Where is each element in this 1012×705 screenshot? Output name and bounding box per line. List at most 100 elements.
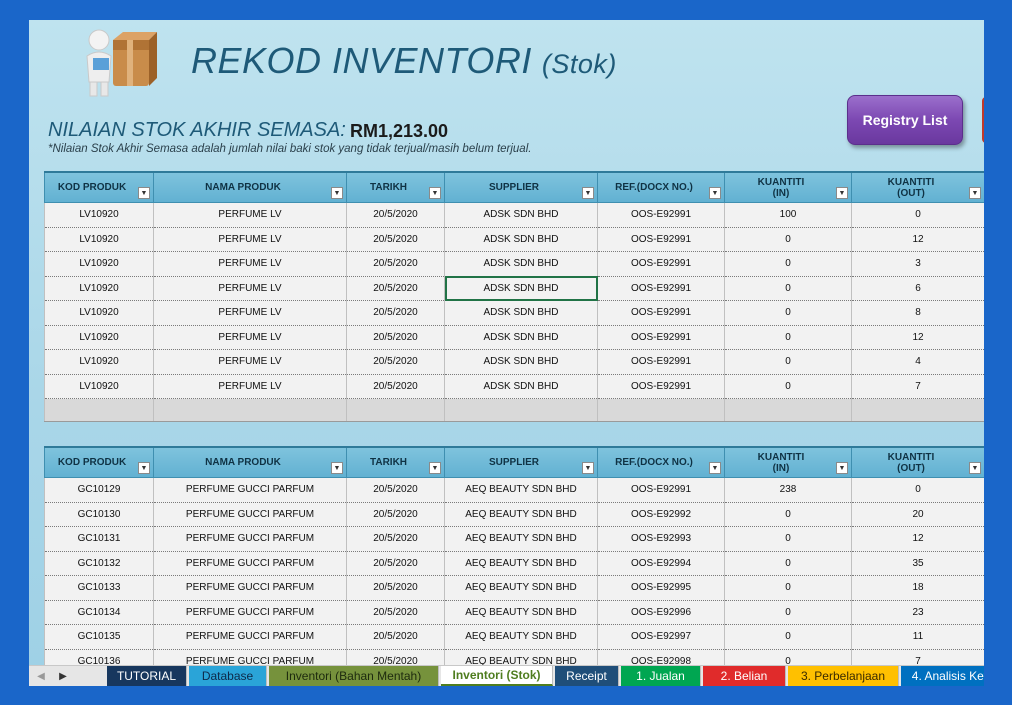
sheet-tab[interactable]: 3. Perbelanjaan (788, 666, 899, 686)
chevron-left-icon[interactable]: ◀ (31, 666, 51, 686)
column-header[interactable]: REF.(DOCX NO.) ▼ (597, 171, 725, 203)
table-cell[interactable]: LV10920 (44, 251, 154, 277)
table-cell[interactable]: 20/5/2020 (346, 374, 445, 399)
table-cell[interactable]: GC10135 (44, 624, 154, 650)
table-cell[interactable]: PERFUME GUCCI PARFUM (153, 477, 347, 503)
table-cell[interactable]: ADSK SDN BHD (444, 325, 598, 350)
sheet-tab[interactable]: Database (189, 666, 267, 686)
table-cell[interactable]: PERFUME LV (153, 202, 347, 228)
table-cell[interactable]: 0 (851, 202, 984, 228)
table-cell[interactable]: PERFUME LV (153, 227, 347, 252)
column-header[interactable]: REF.(DOCX NO.) ▼ (597, 446, 725, 478)
table-cell[interactable]: 20/5/2020 (346, 325, 445, 350)
table-cell[interactable]: ADSK SDN BHD (444, 374, 598, 399)
table-cell[interactable]: OOS-E92991 (597, 325, 725, 350)
table-cell[interactable]: ADSK SDN BHD (444, 300, 598, 326)
table-cell[interactable]: AEQ BEAUTY SDN BHD (444, 502, 598, 527)
column-header[interactable]: KUANTITI (IN) ▼ (724, 171, 852, 203)
column-header[interactable]: SUPPLIER ▼ (444, 171, 598, 203)
chevron-down-icon[interactable]: ▼ (969, 187, 981, 199)
table-cell[interactable]: LV10920 (44, 325, 154, 350)
table-cell[interactable]: 0 (724, 649, 852, 665)
sheet-tab[interactable]: Receipt (555, 666, 619, 686)
table-cell[interactable]: 20/5/2020 (346, 551, 445, 576)
table-cell[interactable]: PERFUME LV (153, 325, 347, 350)
table-cell[interactable]: GC10132 (44, 551, 154, 576)
table-cell[interactable]: ADSK SDN BHD (444, 202, 598, 228)
table-cell[interactable]: AEQ BEAUTY SDN BHD (444, 649, 598, 665)
table-cell[interactable]: OOS-E92998 (597, 649, 725, 665)
sheet-tab[interactable]: Inventori (Stok) (441, 666, 553, 686)
table-cell[interactable]: GC10134 (44, 600, 154, 625)
table-cell[interactable]: AEQ BEAUTY SDN BHD (444, 575, 598, 601)
table-cell[interactable]: PERFUME LV (153, 349, 347, 375)
table-cell[interactable]: LV10920 (44, 349, 154, 375)
table-cell[interactable]: 20/5/2020 (346, 575, 445, 601)
sheet-tab[interactable]: TUTORIAL (107, 666, 187, 686)
table-cell[interactable] (851, 398, 984, 422)
table-cell[interactable]: 0 (724, 502, 852, 527)
table-cell[interactable] (597, 398, 725, 422)
table-cell[interactable]: 20/5/2020 (346, 624, 445, 650)
table-cell[interactable]: 8 (851, 300, 984, 326)
chevron-down-icon[interactable]: ▼ (709, 187, 721, 199)
table-cell[interactable]: ADSK SDN BHD (444, 227, 598, 252)
table-cell[interactable]: LV10920 (44, 300, 154, 326)
table-cell[interactable]: AEQ BEAUTY SDN BHD (444, 526, 598, 552)
table-cell[interactable]: PERFUME GUCCI PARFUM (153, 502, 347, 527)
chevron-down-icon[interactable]: ▼ (836, 187, 848, 199)
table-cell[interactable]: 0 (724, 349, 852, 375)
table-cell[interactable]: OOS-E92994 (597, 551, 725, 576)
table-cell[interactable]: GC10130 (44, 502, 154, 527)
table-cell[interactable]: ADSK SDN BHD (444, 251, 598, 277)
registry-list-button[interactable]: Registry List (847, 95, 963, 145)
table-cell[interactable]: 20/5/2020 (346, 276, 445, 301)
sheet-tab[interactable]: Inventori (Bahan Mentah) (269, 666, 439, 686)
table-cell[interactable]: 0 (724, 551, 852, 576)
column-header[interactable]: NAMA PRODUK ▼ (153, 171, 347, 203)
table-cell[interactable]: OOS-E92995 (597, 575, 725, 601)
table-cell[interactable]: PERFUME GUCCI PARFUM (153, 624, 347, 650)
table-cell[interactable]: 0 (724, 276, 852, 301)
table-cell[interactable]: PERFUME LV (153, 300, 347, 326)
table-cell[interactable]: OOS-E92991 (597, 374, 725, 399)
table-cell[interactable]: OOS-E92991 (597, 300, 725, 326)
table-cell[interactable]: 12 (851, 325, 984, 350)
table-cell[interactable]: LV10920 (44, 374, 154, 399)
chevron-down-icon[interactable]: ▼ (331, 462, 343, 474)
table-cell[interactable]: 20/5/2020 (346, 502, 445, 527)
table-cell[interactable]: 0 (724, 300, 852, 326)
table-cell[interactable]: OOS-E92992 (597, 502, 725, 527)
table-cell[interactable]: PERFUME GUCCI PARFUM (153, 526, 347, 552)
table-cell[interactable]: 4 (851, 349, 984, 375)
table-cell[interactable]: LV10920 (44, 227, 154, 252)
table-cell[interactable]: 35 (851, 551, 984, 576)
chevron-right-icon[interactable]: ▶ (53, 666, 73, 686)
table-cell[interactable]: 20/5/2020 (346, 227, 445, 252)
table-cell[interactable]: 0 (724, 325, 852, 350)
table-cell[interactable]: 23 (851, 600, 984, 625)
table-cell[interactable]: ADSK SDN BHD (444, 349, 598, 375)
table-cell[interactable]: 238 (724, 477, 852, 503)
table-cell[interactable]: OOS-E92997 (597, 624, 725, 650)
table-cell[interactable] (153, 398, 347, 422)
table-cell[interactable]: 20/5/2020 (346, 202, 445, 228)
table-cell[interactable]: 20/5/2020 (346, 477, 445, 503)
table-cell[interactable]: OOS-E92996 (597, 600, 725, 625)
table-cell[interactable]: OOS-E92991 (597, 251, 725, 277)
table-cell[interactable]: PERFUME LV (153, 374, 347, 399)
column-header[interactable]: NAMA PRODUK ▼ (153, 446, 347, 478)
table-cell[interactable]: 18 (851, 575, 984, 601)
table-cell[interactable]: GC10136 (44, 649, 154, 665)
table-cell[interactable]: AEQ BEAUTY SDN BHD (444, 477, 598, 503)
sheet-tab[interactable]: 4. Analisis Kewa (901, 666, 984, 686)
table-cell[interactable]: 20/5/2020 (346, 349, 445, 375)
column-header[interactable]: TARIKH ▼ (346, 446, 445, 478)
table-cell[interactable]: GC10133 (44, 575, 154, 601)
table-cell[interactable]: 0 (724, 227, 852, 252)
table-cell[interactable]: 20/5/2020 (346, 251, 445, 277)
chevron-down-icon[interactable]: ▼ (582, 187, 594, 199)
chevron-down-icon[interactable]: ▼ (709, 462, 721, 474)
table-cell[interactable]: LV10920 (44, 276, 154, 301)
table-cell[interactable]: 0 (851, 477, 984, 503)
